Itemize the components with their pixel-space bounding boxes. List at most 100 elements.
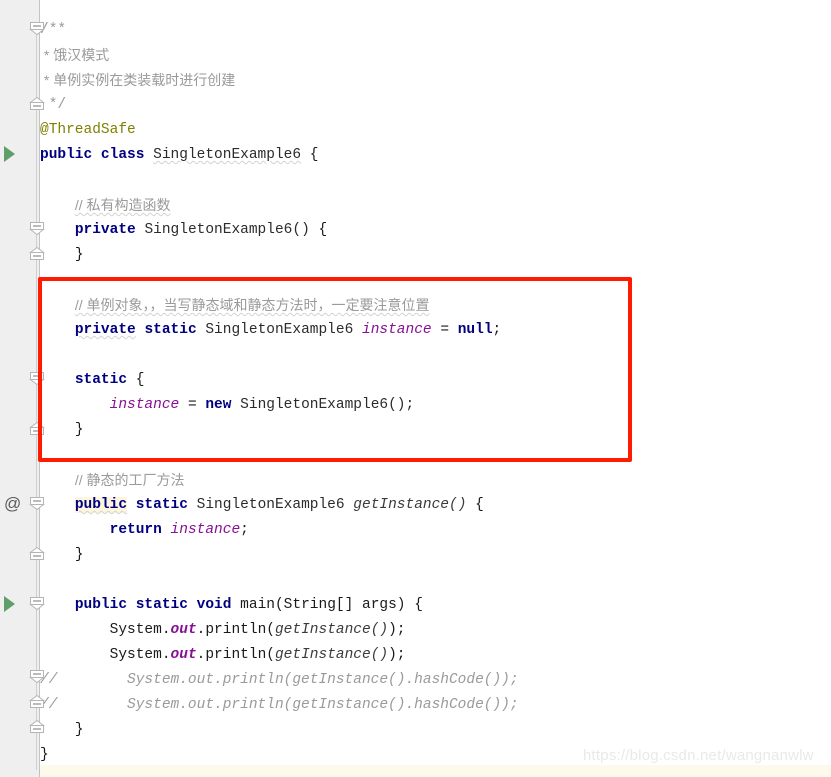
- code-editor[interactable]: @ /** * 饿汉模式 * 单例实例在类装载时进行创建 */ @ThreadS…: [0, 0, 831, 777]
- fold-range-line: [36, 428, 37, 506]
- method-getinstance-token: getInstance(): [274, 647, 389, 663]
- call-tail-token: );: [388, 647, 406, 663]
- code-line: public static void main(String[] args) {: [40, 593, 423, 618]
- code-line: // 私有构造函数: [40, 193, 171, 218]
- constructor-call-token: SingletonExample6();: [240, 397, 415, 413]
- comment-token: // 静态的工厂方法: [74, 472, 185, 488]
- code-line: public static SingletonExample6 getInsta…: [40, 493, 484, 518]
- fold-marker-collapse[interactable]: [29, 547, 45, 560]
- code-line: // 静态的工厂方法: [40, 468, 185, 493]
- fold-marker-collapse[interactable]: [29, 247, 45, 260]
- annotation-token: @ThreadSafe: [40, 122, 136, 138]
- semicolon-token: ;: [240, 522, 249, 538]
- fold-range-line: [36, 100, 37, 230]
- fold-range-line: [36, 606, 37, 678]
- brace-token: {: [318, 222, 328, 238]
- code-line: System.out.println(getInstance());: [40, 643, 406, 668]
- type-token: SingletonExample6: [205, 322, 354, 338]
- brace-token: {: [475, 497, 484, 513]
- brace-token: {: [309, 147, 319, 163]
- keyword-return: return: [109, 522, 162, 538]
- comment-token: System.out.println(getInstance().hashCod…: [57, 697, 519, 713]
- fold-range-line: [36, 28, 37, 100]
- fold-marker-collapse[interactable]: [29, 720, 45, 733]
- brace-token: }: [74, 722, 84, 738]
- fold-range-line: [36, 730, 37, 770]
- code-line: // System.out.println(getInstance().hash…: [40, 668, 519, 693]
- code-line: private static SingletonExample6 instanc…: [40, 318, 501, 343]
- keyword-static: static: [144, 322, 197, 338]
- code-line: @ThreadSafe: [40, 118, 136, 143]
- method-getinstance-token: getInstance(): [274, 622, 389, 638]
- fold-marker-collapse[interactable]: [29, 372, 45, 385]
- keyword-public: public: [74, 597, 128, 613]
- brace-token: }: [74, 422, 84, 438]
- field-out-token: out: [170, 647, 197, 663]
- method-getinstance-token: getInstance(): [353, 497, 467, 513]
- keyword-static: static: [135, 597, 188, 613]
- method-main-token: main: [240, 597, 275, 613]
- code-line: }: [40, 543, 84, 568]
- watermark-text: https://blog.csdn.net/wangnanwlw: [583, 747, 814, 764]
- keyword-static: static: [74, 372, 128, 388]
- field-instance-token: instance: [362, 322, 432, 338]
- comment-token: * 饿汉模式: [40, 47, 110, 63]
- brace-token: {: [135, 372, 145, 388]
- fold-marker-collapse[interactable]: [29, 422, 45, 435]
- class-system-token: System.: [109, 622, 171, 638]
- code-line: // System.out.println(getInstance().hash…: [40, 693, 519, 718]
- code-line: System.out.println(getInstance());: [40, 618, 406, 643]
- keyword-void: void: [196, 597, 232, 613]
- keyword-private: private: [74, 322, 136, 338]
- code-line: return instance;: [40, 518, 249, 543]
- comment-token: // 单例对象，，当写静态域和静态方法时，一定要注意位置: [74, 297, 430, 313]
- comment-token: System.out.println(getInstance().hashCod…: [57, 672, 519, 688]
- brace-token: }: [74, 247, 84, 263]
- field-instance-token: instance: [109, 397, 180, 413]
- fold-marker-collapse[interactable]: [29, 597, 45, 610]
- code-line: * 单例实例在类装载时进行创建: [40, 68, 235, 93]
- keyword-private: private: [74, 222, 136, 238]
- field-out-token: out: [170, 622, 197, 638]
- code-content[interactable]: /** * 饿汉模式 * 单例实例在类装载时进行创建 */ @ThreadSaf…: [40, 0, 831, 777]
- fold-marker-collapse[interactable]: [29, 222, 45, 235]
- code-line: }: [40, 418, 84, 443]
- fold-marker-collapse[interactable]: [29, 97, 45, 110]
- call-println-token: .println(: [196, 622, 275, 638]
- run-main-play-icon[interactable]: [4, 596, 15, 612]
- fold-marker-collapse[interactable]: [29, 670, 45, 683]
- semicolon-token: ;: [492, 322, 502, 338]
- fold-range-line: [36, 380, 37, 428]
- constructor-token: SingletonExample6(): [144, 222, 310, 238]
- class-name-token: SingletonExample6: [153, 147, 302, 163]
- params-token: (String[] args) {: [274, 597, 423, 613]
- code-line: // 单例对象，，当写静态域和静态方法时，一定要注意位置: [40, 293, 430, 318]
- fold-marker-collapse[interactable]: [29, 695, 45, 708]
- class-system-token: System.: [109, 647, 171, 663]
- fold-gutter[interactable]: [28, 0, 39, 777]
- fold-marker-collapse[interactable]: [29, 22, 45, 35]
- code-line: }: [40, 743, 49, 768]
- at-annotation-icon[interactable]: @: [4, 495, 21, 512]
- brace-token: }: [74, 547, 84, 563]
- code-line: public class SingletonExample6 {: [40, 143, 318, 168]
- keyword-public-highlighted: public: [74, 497, 128, 513]
- code-line: * 饿汉模式: [40, 43, 109, 68]
- comment-token: // 私有构造函数: [74, 197, 171, 213]
- code-line: private SingletonExample6() {: [40, 218, 327, 243]
- run-class-play-icon[interactable]: [4, 146, 15, 162]
- field-instance-token: instance: [170, 522, 241, 538]
- fold-range-line: [36, 252, 37, 380]
- code-line: static {: [40, 368, 145, 393]
- fold-marker-collapse[interactable]: [29, 497, 45, 510]
- icon-gutter[interactable]: [0, 0, 28, 777]
- keyword-public: public: [40, 147, 93, 163]
- keyword-new: new: [205, 397, 232, 413]
- code-line: }: [40, 718, 84, 743]
- keyword-null: null: [457, 322, 493, 338]
- call-tail-token: );: [388, 622, 406, 638]
- brace-token: }: [40, 747, 49, 763]
- call-println-token: .println(: [196, 647, 275, 663]
- operator-token: =: [187, 397, 197, 413]
- comment-token: * 单例实例在类装载时进行创建: [40, 72, 236, 88]
